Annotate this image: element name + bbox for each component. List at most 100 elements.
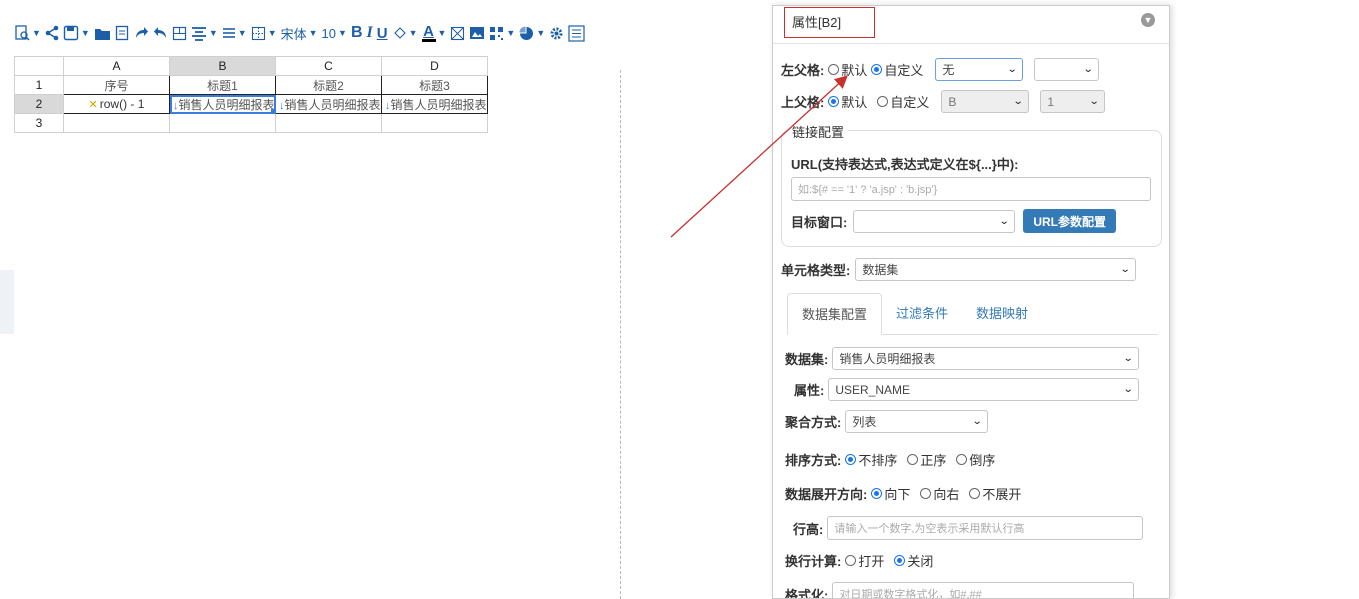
wrap-on-radio[interactable]: 打开: [845, 551, 884, 570]
preview-icon[interactable]: ▼: [14, 22, 41, 44]
image-icon[interactable]: [469, 22, 485, 44]
fill-handle[interactable]: [271, 109, 275, 113]
column-header-row: A B C D: [14, 56, 488, 76]
url-input-row: 如:${# == '1' ? 'a.jsp' : 'b.jsp'}: [791, 177, 1151, 201]
left-parent-row-select[interactable]: ⌄: [1034, 58, 1100, 81]
top-parent-column-select[interactable]: B ⌄: [941, 90, 1030, 113]
valign-icon[interactable]: ▼: [222, 22, 247, 44]
collapse-down-icon[interactable]: ▼: [1141, 13, 1155, 27]
font-family-select[interactable]: 宋体 ▼: [281, 22, 318, 44]
cell-type-row: 单元格类型: 数据集 ⌄: [781, 258, 1137, 281]
top-parent-row-select[interactable]: 1 ⌄: [1040, 90, 1106, 113]
cell-a1[interactable]: 序号: [63, 75, 170, 95]
left-parent-label: 左父格:: [781, 63, 825, 78]
top-parent-row: 上父格: 默认 自定义 B ⌄ 1 ⌄: [781, 90, 1106, 113]
grid-corner[interactable]: [14, 56, 64, 76]
fill-color-icon[interactable]: ▼: [392, 22, 418, 44]
dataset-label: 数据集:: [785, 352, 829, 367]
radio-circle: [956, 454, 968, 465]
left-parent-column-select[interactable]: 无 ⌄: [935, 58, 1024, 81]
cell-type-label: 单元格类型:: [781, 263, 851, 278]
radio-label: 不展开: [982, 487, 1022, 502]
save-icon[interactable]: ▼: [63, 22, 90, 44]
align-center-icon[interactable]: ▼: [191, 22, 218, 44]
sort-asc-radio[interactable]: 正序: [907, 450, 946, 469]
chevron-down-icon: ⌄: [1082, 64, 1094, 75]
column-header-b[interactable]: B: [169, 56, 276, 76]
select-value: B: [948, 94, 957, 109]
select-value: 数据集: [862, 263, 899, 277]
cell-d1[interactable]: 标题3: [381, 75, 488, 95]
top-parent-default-radio[interactable]: 默认: [828, 92, 867, 111]
cell-a3[interactable]: [63, 113, 170, 133]
wrap-calc-label: 换行计算:: [785, 554, 842, 569]
cell-b1[interactable]: 标题1: [169, 75, 276, 95]
cell-b3[interactable]: [169, 113, 276, 133]
cell-c3[interactable]: [275, 113, 382, 133]
share-icon[interactable]: [45, 22, 59, 44]
url-input[interactable]: 如:${# == '1' ? 'a.jsp' : 'b.jsp'}: [791, 177, 1151, 201]
tab-data-mapping[interactable]: 数据映射: [962, 293, 1042, 335]
row-height-input[interactable]: 请输入一个数字,为空表示采用默认行高: [827, 516, 1144, 540]
font-size-select[interactable]: 10 ▼: [322, 22, 347, 44]
chart-icon[interactable]: ▼: [519, 22, 545, 44]
image-placeholder-icon[interactable]: [450, 22, 465, 44]
radio-circle: [877, 96, 889, 107]
row-header-1[interactable]: 1: [14, 75, 64, 95]
cell-a2[interactable]: ✕ row() - 1: [63, 94, 170, 114]
sort-none-radio[interactable]: 不排序: [845, 450, 897, 469]
target-window-select[interactable]: ⌄: [853, 209, 1016, 233]
left-parent-custom-radio[interactable]: 自定义: [871, 60, 923, 79]
properties-panel-icon[interactable]: [568, 22, 585, 44]
open-folder-icon[interactable]: [94, 22, 111, 44]
font-color-button[interactable]: A ▼: [421, 22, 446, 44]
export-icon[interactable]: [115, 22, 130, 44]
link-config-legend: 链接配置: [788, 122, 849, 141]
expand-marker-icon: ✕: [88, 99, 98, 111]
sort-desc-radio[interactable]: 倒序: [956, 450, 995, 469]
tab-filter[interactable]: 过滤条件: [882, 293, 962, 335]
expand-right-radio[interactable]: 向右: [920, 484, 959, 503]
url-label: URL(支持表达式,表达式定义在${...}中):: [791, 157, 1019, 172]
cell-c1[interactable]: 标题2: [275, 75, 382, 95]
settings-gear-icon[interactable]: [549, 22, 564, 44]
attribute-select[interactable]: USER_NAME ⌄: [828, 378, 1140, 401]
side-collapse-tab[interactable]: [0, 270, 14, 334]
cell-d3[interactable]: [381, 113, 488, 133]
border-icon[interactable]: ▼: [251, 22, 277, 44]
cell-type-select[interactable]: 数据集 ⌄: [855, 258, 1137, 281]
expand-down-radio[interactable]: 向下: [871, 484, 910, 503]
font-size-value: 10: [321, 25, 337, 41]
radio-label: 默认: [841, 95, 868, 110]
column-header-a[interactable]: A: [63, 56, 170, 76]
undo-icon[interactable]: [153, 22, 168, 44]
merge-cells-icon[interactable]: [172, 22, 187, 44]
bold-button[interactable]: B: [351, 22, 363, 44]
redo-icon[interactable]: [134, 22, 149, 44]
column-header-d[interactable]: D: [381, 56, 488, 76]
top-parent-custom-radio[interactable]: 自定义: [877, 92, 929, 111]
aggregate-select[interactable]: 列表 ⌄: [845, 410, 989, 433]
format-input[interactable]: 对日期或数字格式化，如#.##: [832, 582, 1135, 598]
row-height-row: 行高: 请输入一个数字,为空表示采用默认行高: [793, 516, 1144, 540]
tab-dataset-config[interactable]: 数据集配置: [787, 293, 883, 335]
panel-title[interactable]: 属性[B2]: [784, 7, 875, 38]
expand-none-radio[interactable]: 不展开: [969, 484, 1021, 503]
dataset-select[interactable]: 销售人员明细报表 ⌄: [832, 347, 1140, 370]
url-params-button[interactable]: URL参数配置: [1023, 209, 1117, 233]
underline-button[interactable]: U: [377, 22, 388, 44]
font-color-letter: A: [423, 22, 434, 40]
italic-button[interactable]: I: [367, 22, 373, 44]
row-header-3[interactable]: 3: [14, 113, 64, 133]
column-header-c[interactable]: C: [275, 56, 382, 76]
qrcode-icon[interactable]: ▼: [489, 22, 515, 44]
chevron-down-icon: ⌄: [998, 215, 1010, 227]
select-value: 列表: [852, 415, 877, 429]
left-parent-default-radio[interactable]: 默认: [828, 60, 867, 79]
cell-c2[interactable]: ↓销售人员明细报表: [275, 94, 382, 114]
font-family-value: 宋体: [280, 26, 307, 42]
cell-b2[interactable]: ↓销售人员明细报表: [169, 94, 276, 114]
cell-d2[interactable]: ↓销售人员明细报表: [381, 94, 488, 114]
wrap-off-radio[interactable]: 关闭: [894, 551, 933, 570]
row-header-2[interactable]: 2: [14, 94, 64, 114]
